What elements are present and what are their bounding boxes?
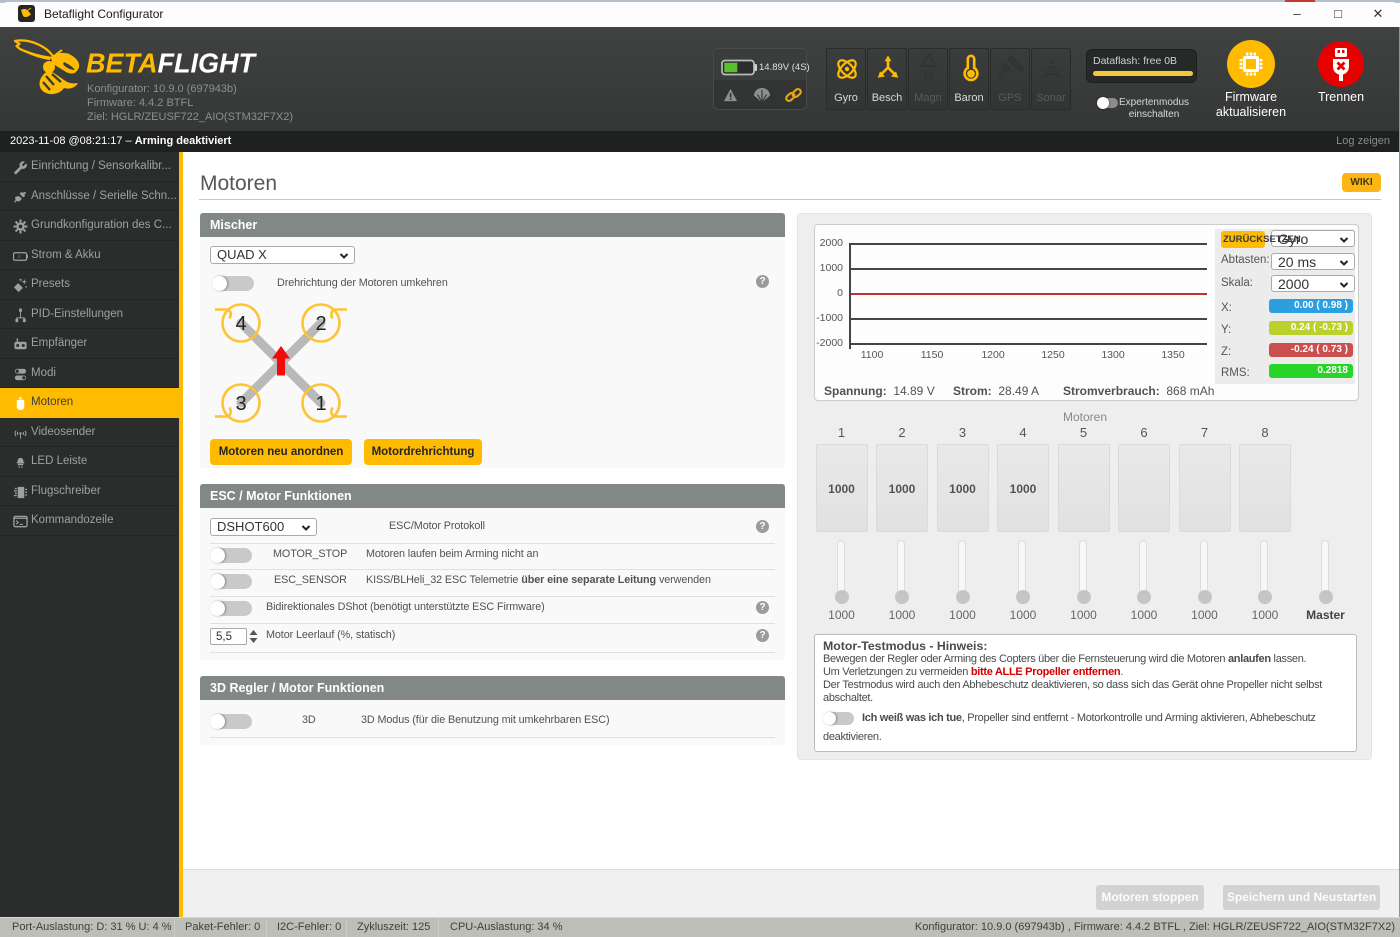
svg-text:4: 4 bbox=[235, 313, 246, 335]
svg-text:3: 3 bbox=[235, 393, 246, 415]
svg-text:N: N bbox=[924, 67, 935, 82]
svg-text:2: 2 bbox=[315, 313, 326, 335]
svg-text:1: 1 bbox=[315, 393, 326, 415]
